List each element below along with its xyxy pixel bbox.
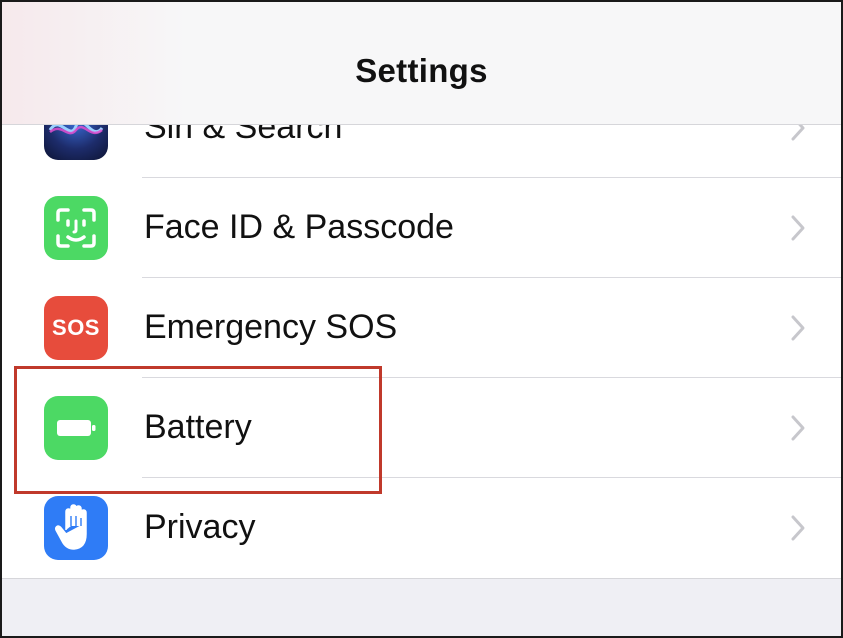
chevron-right-icon: [781, 508, 815, 548]
settings-row-face-id-passcode[interactable]: Face ID & Passcode: [2, 178, 841, 278]
navigation-bar: Settings: [2, 2, 841, 125]
page-title: Settings: [355, 52, 488, 89]
chevron-right-icon: [781, 308, 815, 348]
chevron-right-icon: [781, 208, 815, 248]
settings-row-label: Battery: [144, 408, 252, 446]
settings-row-privacy[interactable]: Privacy: [2, 478, 841, 578]
grouped-section-gap: [2, 578, 841, 636]
sos-icon: SOS: [44, 296, 108, 360]
phone-screen: Settings Siri & Search Face ID & Passcod…: [0, 0, 843, 638]
settings-list: Siri & Search Face ID & Passcode SOS Eme…: [2, 78, 841, 578]
settings-row-emergency-sos[interactable]: SOS Emergency SOS: [2, 278, 841, 378]
battery-icon: [44, 396, 108, 460]
sos-icon-text: SOS: [52, 315, 100, 340]
hand-icon: [44, 496, 108, 560]
settings-row-label: Face ID & Passcode: [144, 208, 454, 246]
face-id-icon: [44, 196, 108, 260]
settings-row-battery[interactable]: Battery: [2, 378, 841, 478]
settings-row-label: Privacy: [144, 508, 256, 546]
settings-row-label: Emergency SOS: [144, 308, 398, 346]
chevron-right-icon: [781, 408, 815, 448]
